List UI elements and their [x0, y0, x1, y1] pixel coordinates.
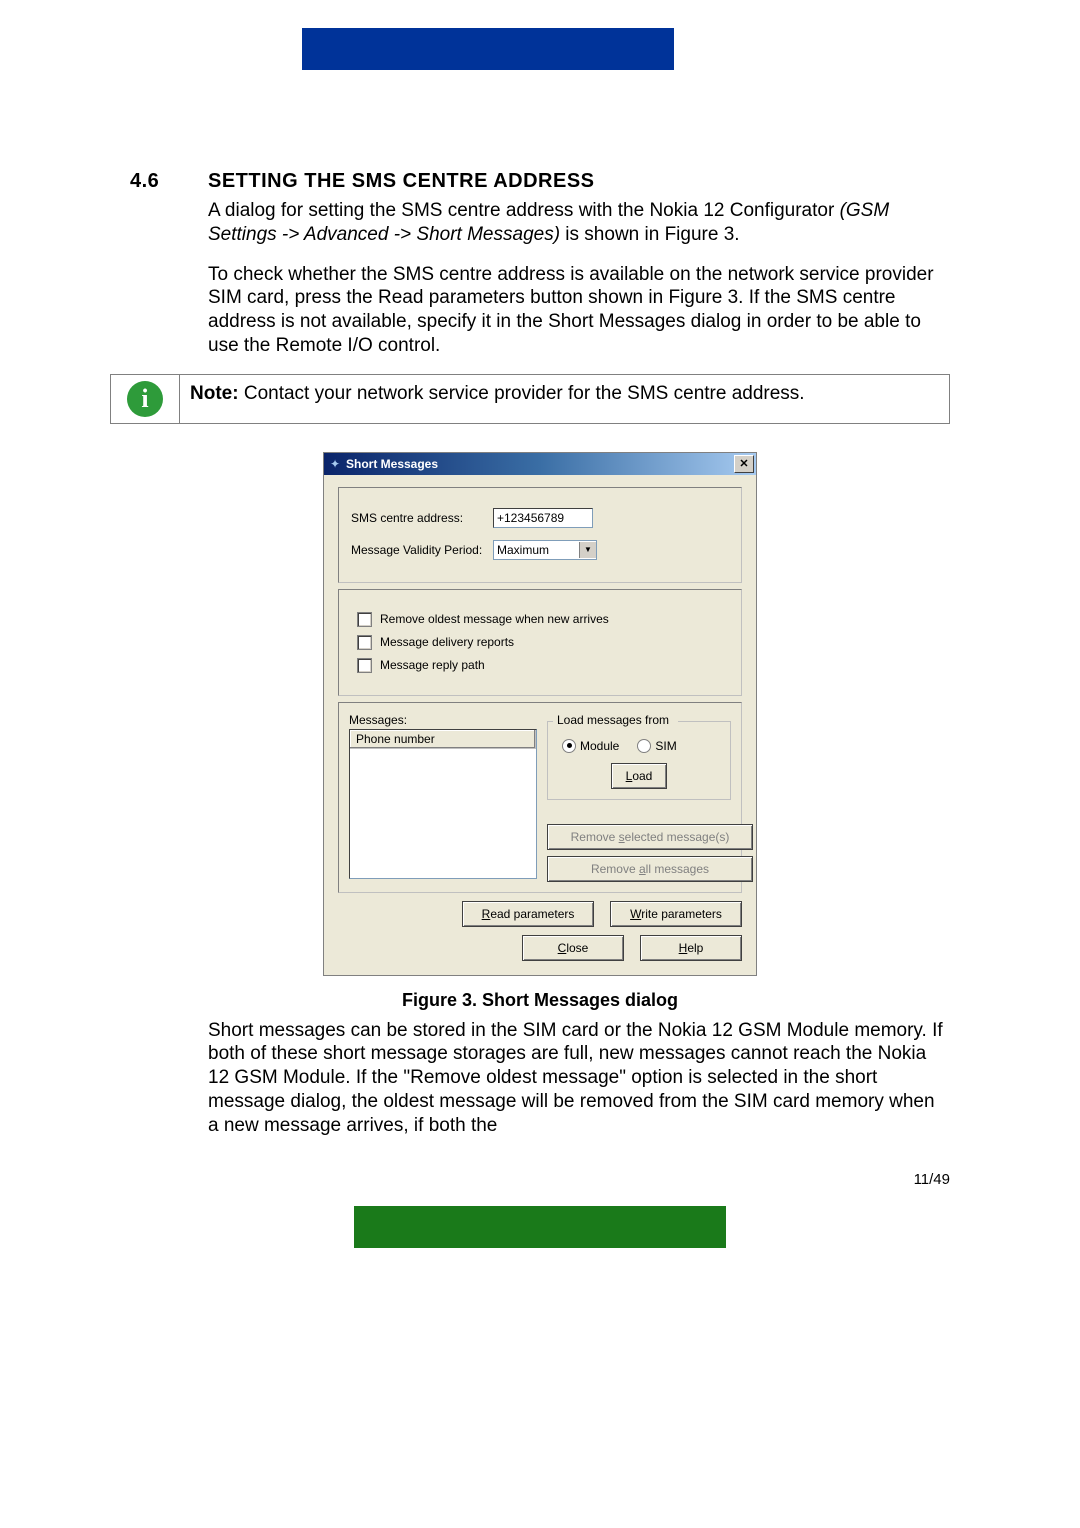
section-title: SETTING THE SMS CENTRE ADDRESS: [208, 170, 595, 193]
validity-value: Maximum: [494, 543, 579, 557]
dialog-titlebar: ✦ Short Messages ✕: [324, 453, 756, 475]
note-icon-cell: i: [110, 374, 180, 424]
list-header-phone[interactable]: Phone number: [350, 730, 536, 749]
messages-panel: Messages: Phone number Load messages fro…: [338, 702, 742, 893]
options-panel: Remove oldest message when new arrives M…: [338, 589, 742, 696]
validity-combo[interactable]: Maximum ▼: [493, 540, 597, 560]
settings-panel: SMS centre address: Message Validity Per…: [338, 487, 742, 583]
load-from-group: Load messages from Module SIM Load: [547, 721, 731, 800]
sim-radio[interactable]: [637, 739, 651, 753]
para1-text: A dialog for setting the SMS centre addr…: [208, 200, 840, 221]
close-button[interactable]: Close: [522, 935, 624, 961]
delivery-reports-checkbox[interactable]: [357, 635, 372, 650]
validity-label: Message Validity Period:: [351, 543, 493, 557]
write-parameters-button[interactable]: Write parameters: [610, 901, 742, 927]
sms-address-label: SMS centre address:: [351, 511, 493, 525]
paragraph-2: To check whether the SMS centre address …: [208, 263, 950, 358]
chevron-down-icon[interactable]: ▼: [579, 542, 596, 558]
note-body: Contact your network service provider fo…: [239, 383, 805, 404]
load-button[interactable]: Load: [611, 763, 668, 789]
close-icon[interactable]: ✕: [734, 455, 754, 473]
note-box: i Note: Contact your network service pro…: [110, 374, 950, 424]
reply-path-checkbox[interactable]: [357, 658, 372, 673]
section-number: 4.6: [130, 170, 208, 193]
paragraph-1: A dialog for setting the SMS centre addr…: [208, 199, 950, 247]
sim-radio-label: SIM: [655, 739, 676, 753]
delivery-reports-label: Message delivery reports: [380, 635, 514, 649]
help-button[interactable]: Help: [640, 935, 742, 961]
app-icon: ✦: [328, 457, 342, 471]
dialog-title: Short Messages: [346, 457, 438, 471]
info-icon: i: [127, 381, 163, 417]
module-radio-label: Module: [580, 739, 619, 753]
messages-listbox[interactable]: Phone number: [349, 729, 537, 879]
messages-label: Messages:: [349, 713, 537, 727]
remove-selected-button[interactable]: Remove selected message(s): [547, 824, 753, 850]
note-text: Note: Contact your network service provi…: [180, 374, 950, 424]
remove-all-button[interactable]: Remove all messages: [547, 856, 753, 882]
read-parameters-button[interactable]: Read parameters: [462, 901, 594, 927]
figure-caption: Figure 3. Short Messages dialog: [0, 990, 1080, 1011]
reply-path-label: Message reply path: [380, 658, 485, 672]
info-glyph: i: [141, 384, 148, 414]
remove-oldest-checkbox[interactable]: [357, 612, 372, 627]
para1-suffix: is shown in Figure 3.: [560, 224, 740, 245]
paragraph-3: Short messages can be stored in the SIM …: [208, 1019, 950, 1138]
module-radio[interactable]: [562, 739, 576, 753]
footer-bar: [354, 1206, 726, 1248]
header-bar: [302, 28, 674, 70]
note-label: Note:: [190, 383, 239, 404]
page-number: 11/49: [0, 1171, 950, 1188]
short-messages-dialog: ✦ Short Messages ✕ SMS centre address: M…: [323, 452, 757, 976]
sms-address-input[interactable]: [493, 508, 593, 528]
group-title: Load messages from: [554, 713, 672, 727]
remove-oldest-label: Remove oldest message when new arrives: [380, 612, 609, 626]
